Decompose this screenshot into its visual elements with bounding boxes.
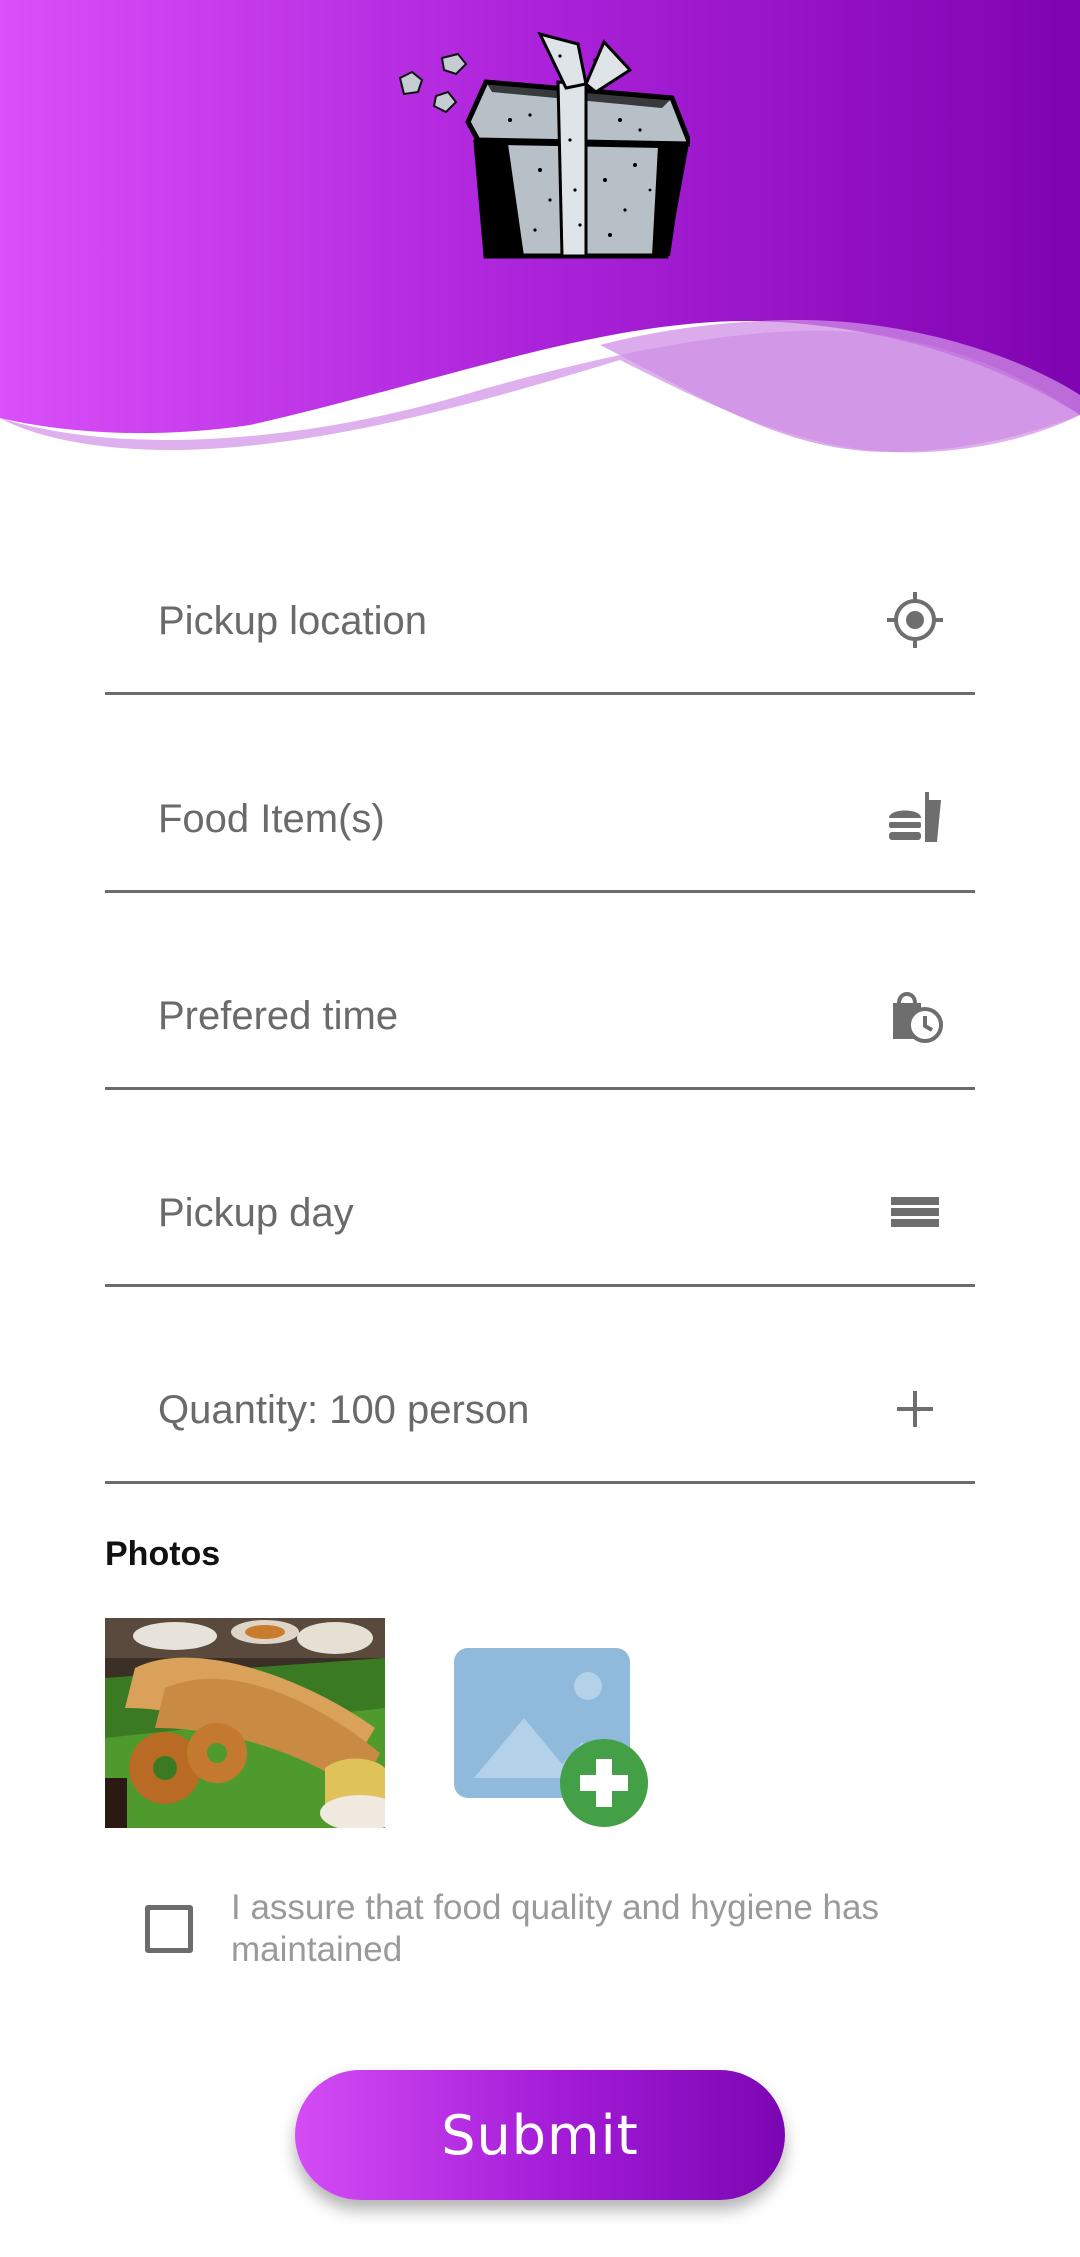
food-photo-thumbnail[interactable] xyxy=(105,1618,385,1828)
pickup-location-label: Pickup location xyxy=(158,599,428,643)
add-photo-button[interactable] xyxy=(452,1646,652,1831)
pickup-location-field[interactable]: Pickup location xyxy=(105,515,975,695)
bag-clock-icon xyxy=(885,985,945,1045)
assurance-row[interactable]: I assure that food quality and hygiene h… xyxy=(140,1885,970,1975)
photos-title: Photos xyxy=(105,1535,221,1573)
pickup-day-label: Pickup day xyxy=(158,1191,354,1235)
assurance-checkbox[interactable] xyxy=(145,1905,193,1953)
gps-target-icon[interactable] xyxy=(885,590,945,650)
submit-button[interactable]: Submit xyxy=(295,2070,785,2200)
gift-box-logo xyxy=(390,20,694,265)
quantity-label: Quantity: 100 person xyxy=(158,1388,530,1432)
plus-icon[interactable] xyxy=(885,1379,945,1439)
pickup-day-field[interactable]: Pickup day xyxy=(105,1107,975,1287)
fastfood-icon xyxy=(885,788,945,848)
calendar-lines-icon xyxy=(885,1182,945,1242)
assurance-text: I assure that food quality and hygiene h… xyxy=(231,1888,879,1969)
food-items-label: Food Item(s) xyxy=(158,797,385,841)
preferred-time-label: Prefered time xyxy=(158,994,399,1038)
food-items-field[interactable]: Food Item(s) xyxy=(105,713,975,893)
preferred-time-field[interactable]: Prefered time xyxy=(105,910,975,1090)
quantity-field[interactable]: Quantity: 100 person xyxy=(105,1304,975,1484)
